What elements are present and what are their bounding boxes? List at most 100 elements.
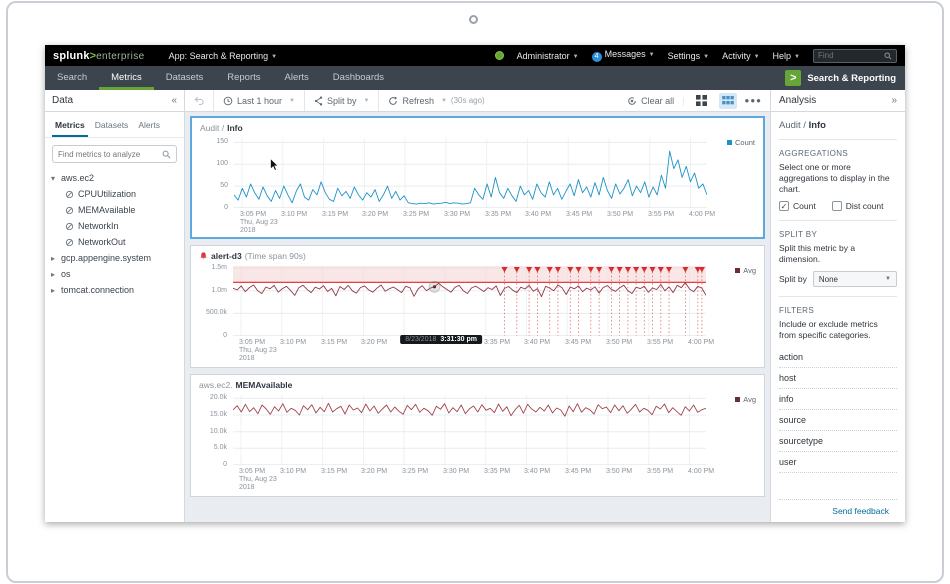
line-chart-plot[interactable]: [233, 266, 706, 336]
splunk-logo[interactable]: splunk>enterprise: [53, 50, 145, 62]
selected-metric: Audit / Info: [779, 120, 897, 140]
back-button[interactable]: [185, 90, 214, 111]
chart-y-axis: 050100150: [200, 134, 230, 212]
x-tick-label: 3:50 PM: [606, 468, 632, 475]
status-icon[interactable]: [495, 51, 504, 60]
filter-item-host[interactable]: host: [779, 368, 897, 389]
nav-tab-search[interactable]: Search: [45, 66, 99, 90]
messages-count-badge: 4: [592, 52, 602, 62]
messages-menu[interactable]: 4Messages▼: [592, 49, 655, 62]
refresh-button[interactable]: Refresh▼ (30s ago): [379, 90, 493, 111]
aggregation-checkbox-dist-count[interactable]: Dist count: [832, 201, 884, 211]
line-chart-plot[interactable]: [234, 138, 707, 208]
nav-tab-reports[interactable]: Reports: [215, 66, 272, 90]
sidebar-tab-metrics[interactable]: Metrics: [52, 118, 88, 137]
user-menu[interactable]: Administrator▼: [517, 51, 579, 61]
chevron-down-icon: ▼: [754, 54, 760, 60]
tree-node-label: aws.ec2: [61, 173, 94, 183]
x-tick-label: 3:45 PM: [565, 468, 591, 475]
top-bar: splunk>enterprise App: Search & Reportin…: [45, 45, 905, 66]
analysis-panel: Analysis » Audit / Info AGGREGATIONS Sel…: [770, 90, 905, 522]
nav-tab-dashboards[interactable]: Dashboards: [321, 66, 396, 90]
tree-node-aws.ec2[interactable]: ▾aws.ec2: [45, 170, 184, 186]
aggregation-checkbox-count[interactable]: ✓Count: [779, 201, 816, 211]
help-menu[interactable]: Help▼: [773, 51, 800, 61]
filter-item-info[interactable]: info: [779, 389, 897, 410]
chevron-right-icon: ▸: [51, 270, 61, 279]
clear-all-label: Clear all: [641, 96, 674, 106]
expand-panel-icon[interactable]: »: [891, 95, 897, 106]
filter-item-user[interactable]: user: [779, 452, 897, 473]
line-chart-plot[interactable]: [233, 395, 706, 465]
app-badge[interactable]: > Search & Reporting: [785, 66, 905, 90]
tree-leaf-NetworkOut[interactable]: NetworkOut: [45, 234, 184, 250]
chart-y-axis: 05.0k10.0k15.0k20.0k: [199, 391, 229, 469]
chevron-down-icon: ▼: [441, 98, 447, 104]
app-menu[interactable]: App: Search & Reporting▼: [169, 51, 278, 61]
chart-canvas-alert-d3[interactable]: 0500.0k1.0m1.5mAvg3:05 PM3:10 PM3:15 PM3…: [199, 262, 756, 363]
chart-canvas-audit-info[interactable]: 050100150Count3:05 PM3:10 PM3:15 PM3:20 …: [200, 134, 755, 235]
find-input[interactable]: [818, 51, 884, 60]
split-by-heading: SPLIT BY: [779, 230, 897, 239]
more-options-button[interactable]: ●●●: [745, 96, 763, 105]
chart-y-axis: 0500.0k1.0m1.5m: [199, 262, 229, 340]
chevron-down-icon: ▼: [289, 98, 295, 104]
filter-item-source[interactable]: source: [779, 410, 897, 431]
tree-leaf-label: CPUUtilization: [78, 189, 136, 199]
filter-item-sourcetype[interactable]: sourcetype: [779, 431, 897, 452]
tree-node-gcp.appengine.system[interactable]: ▸gcp.appengine.system: [45, 250, 184, 266]
tree-leaf-CPUUtilization[interactable]: CPUUtilization: [45, 186, 184, 202]
chart-panel-memavailable[interactable]: aws.ec2.MEMAvailable 05.0k10.0k15.0k20.0…: [190, 374, 765, 497]
clear-all-button[interactable]: Clear all: [627, 96, 674, 106]
sidebar-title: Data: [52, 95, 73, 106]
x-tick-label: 3:10 PM: [280, 468, 306, 475]
metrics-search[interactable]: [52, 145, 177, 163]
activity-menu[interactable]: Activity▼: [722, 51, 759, 61]
aggregations-description: Select one or more aggregations to displ…: [779, 162, 897, 195]
nav-tab-datasets[interactable]: Datasets: [154, 66, 216, 90]
legend-label: Count: [735, 138, 755, 147]
tree-leaf-NetworkIn[interactable]: NetworkIn: [45, 218, 184, 234]
x-axis-date-label: 2018: [239, 484, 255, 491]
send-feedback-link[interactable]: Send feedback: [832, 506, 889, 516]
sidebar-tab-datasets[interactable]: Datasets: [92, 118, 132, 137]
activity-label: Activity: [722, 51, 751, 61]
y-tick-label: 1.5m: [199, 264, 227, 271]
collapse-sidebar-icon[interactable]: «: [171, 95, 177, 106]
grid-view-button[interactable]: [693, 93, 711, 109]
tree-node-tomcat.connection[interactable]: ▸tomcat.connection: [45, 282, 184, 298]
chart-tooltip: 8/23/20183:31:30 pm: [400, 335, 482, 344]
legend-swatch: [727, 140, 732, 145]
tree-leaf-MEMAvailable[interactable]: MEMAvailable: [45, 202, 184, 218]
tooltip-time: 3:31:30 pm: [440, 336, 477, 343]
nav-tab-metrics[interactable]: Metrics: [99, 66, 154, 90]
app-menu-label: App: Search & Reporting: [169, 51, 269, 61]
chart-legend: Avg: [735, 266, 756, 275]
filter-item-action[interactable]: action: [779, 347, 897, 368]
chart-panel-audit-info[interactable]: Audit / Info 050100150Count3:05 PM3:10 P…: [190, 116, 765, 239]
split-by-label: Split by: [327, 96, 357, 106]
x-tick-label: 3:25 PM: [402, 468, 428, 475]
legend-swatch: [735, 268, 740, 273]
x-tick-label: 3:55 PM: [647, 339, 673, 346]
settings-menu[interactable]: Settings▼: [668, 51, 709, 61]
refresh-label: Refresh: [402, 96, 434, 106]
chart-title: MEMAvailable: [236, 380, 293, 390]
split-by-select[interactable]: None ▼: [813, 271, 897, 287]
y-tick-label: 15.0k: [199, 411, 227, 418]
x-tick-label: 4:00 PM: [688, 468, 714, 475]
tree-node-os[interactable]: ▸os: [45, 266, 184, 282]
grid-view-icon: [696, 95, 707, 106]
find-search[interactable]: [813, 49, 897, 63]
refresh-icon: [388, 96, 398, 106]
split-by-button[interactable]: Split by▼: [305, 90, 379, 111]
chart-canvas-memavailable[interactable]: 05.0k10.0k15.0k20.0kAvg3:05 PM3:10 PM3:1…: [199, 391, 756, 492]
nav-tab-alerts[interactable]: Alerts: [273, 66, 321, 90]
y-tick-label: 10.0k: [199, 428, 227, 435]
chart-panel-alert-d3[interactable]: alert-d3 (Time span 90s) 0500.0k1.0m1.5m…: [190, 245, 765, 368]
metrics-search-input[interactable]: [58, 150, 162, 159]
chevron-right-icon: ▸: [51, 286, 61, 295]
list-view-button[interactable]: [719, 93, 737, 109]
sidebar-tab-alerts[interactable]: Alerts: [135, 118, 163, 137]
time-range-picker[interactable]: Last 1 hour▼: [214, 90, 305, 111]
